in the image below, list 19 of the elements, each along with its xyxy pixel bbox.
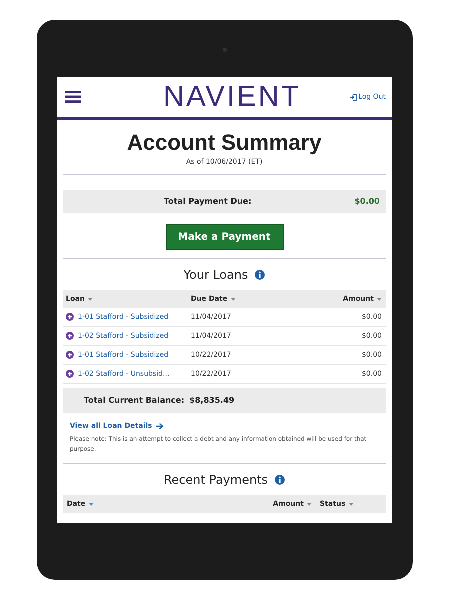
menu-button[interactable] (65, 91, 81, 103)
balance-label: Total Current Balance: (84, 396, 185, 405)
expand-icon (66, 370, 74, 378)
expand-icon (66, 313, 74, 321)
logo: NAVIENT (162, 80, 302, 114)
expand-icon (66, 332, 74, 340)
info-icon (275, 475, 286, 485)
page-title: Account Summary (126, 130, 323, 156)
info-icon (255, 270, 266, 280)
balance-amount: $8,835.49 (190, 396, 235, 405)
menu-icon (65, 91, 81, 103)
make-payment-button[interactable]: Make a Payment (166, 224, 284, 250)
section-heading: Your Loans (184, 268, 248, 282)
expand-icon (66, 351, 74, 359)
payment-due-amount: $0.00 (354, 197, 380, 206)
payment-due-label: Total Payment Due: (164, 197, 252, 206)
arrow-icon (156, 422, 164, 430)
logout-icon (350, 94, 357, 100)
section-heading: Recent Payments (164, 473, 268, 487)
